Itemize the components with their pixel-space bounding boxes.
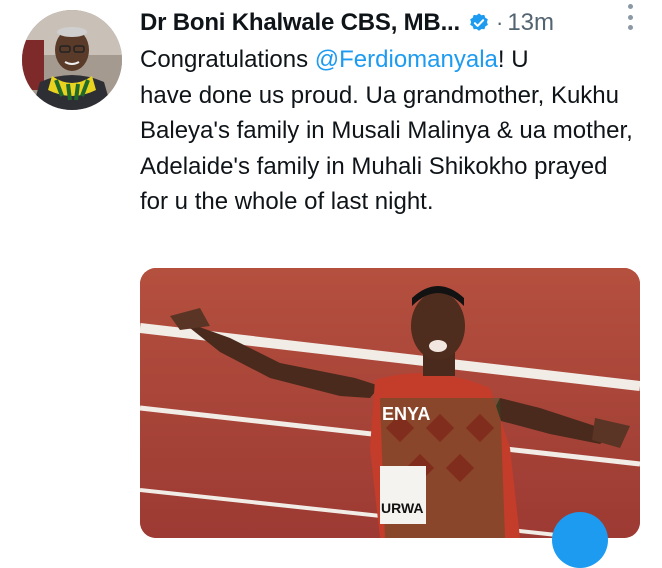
tweet[interactable]: Dr Boni Khalwale CBS, MB... · 13m Congra… <box>0 0 662 568</box>
author-name[interactable]: Dr Boni Khalwale CBS, MB... <box>140 9 460 37</box>
timestamp[interactable]: 13m <box>507 9 554 37</box>
verified-badge-icon <box>470 13 488 31</box>
mention-link[interactable]: @Ferdiomanyala <box>315 46 498 73</box>
tweet-media-image[interactable]: ENYA URWA <box>140 268 640 538</box>
tweet-text-suffix: ! U <box>497 46 529 73</box>
bib-text: URWA <box>381 500 424 516</box>
tweet-text-body: have done us proud. Ua grandmother, Kukh… <box>140 81 633 216</box>
more-options-icon[interactable] <box>626 4 634 30</box>
separator-dot: · <box>495 10 504 35</box>
media-action-button[interactable] <box>552 512 608 568</box>
avatar[interactable] <box>22 10 122 110</box>
jersey-text: ENYA <box>382 404 430 424</box>
tweet-text-prefix: Congratulations <box>140 46 315 73</box>
tweet-text: Congratulations @Ferdiomanyala! U have d… <box>140 42 640 220</box>
tweet-header: Dr Boni Khalwale CBS, MB... · 13m <box>140 6 642 40</box>
